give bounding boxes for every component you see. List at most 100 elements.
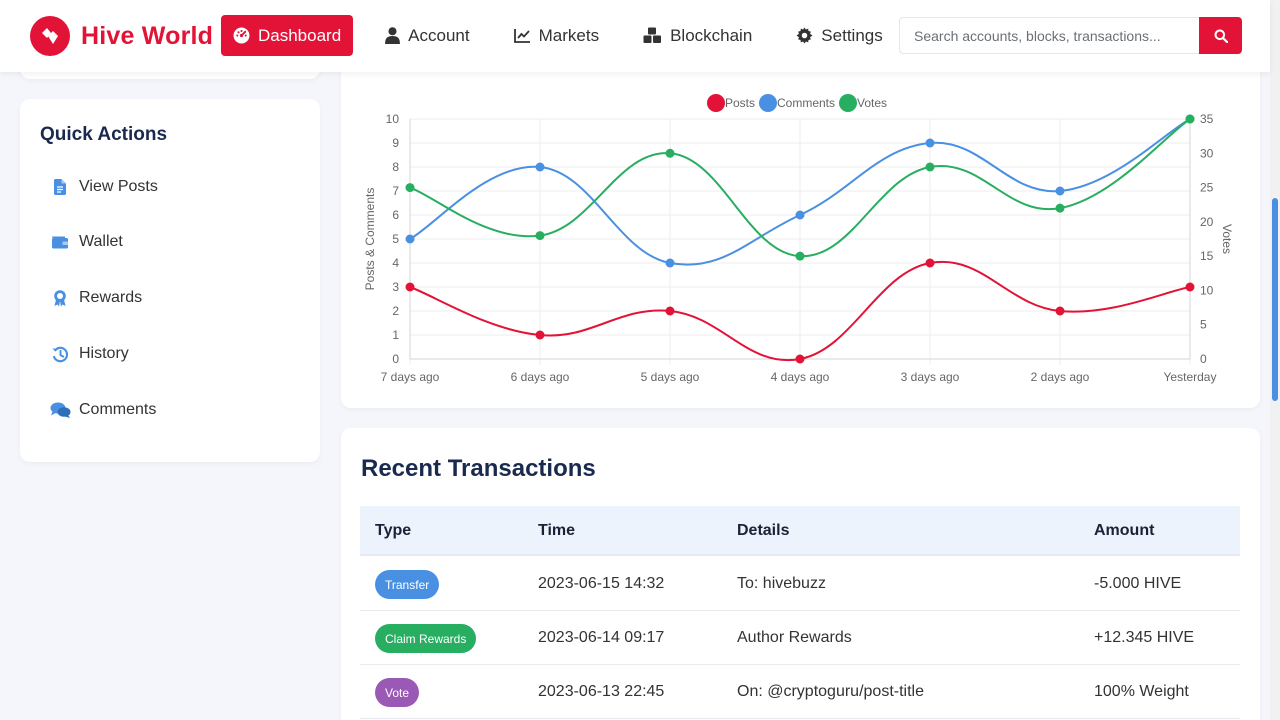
x-tick-label: 6 days ago: [511, 370, 570, 384]
transaction-time: 2023-06-13 22:45: [538, 683, 665, 700]
data-point-votes: [535, 231, 545, 241]
nav-settings-label: Settings: [821, 25, 883, 45]
scrollbar-thumb[interactable]: [1272, 198, 1278, 401]
search-bar: [899, 17, 1242, 54]
quick-actions-card: Quick Actions View Posts Wallet Rewards …: [20, 99, 320, 462]
wallet-icon: [52, 236, 68, 249]
column-header-type: Type: [375, 522, 412, 539]
x-tick-label: Yesterday: [1164, 370, 1217, 384]
data-point-posts: [535, 330, 545, 340]
legend-label-comments: Comments: [777, 96, 835, 110]
y2-tick-label: 10: [1200, 283, 1214, 297]
nav-markets-label: Markets: [538, 25, 600, 45]
data-point-posts: [1055, 306, 1065, 316]
y-tick-label: 3: [392, 280, 399, 294]
y2-tick-label: 30: [1200, 146, 1214, 160]
recent-transactions-card: Recent Transactions Type Time Details Am…: [341, 428, 1260, 720]
history-icon: [52, 346, 68, 362]
quick-action-rewards[interactable]: Rewards: [49, 283, 142, 313]
y2-axis-title: Votes: [1220, 224, 1234, 254]
award-icon: [54, 289, 66, 306]
data-point-votes: [1185, 114, 1195, 124]
transaction-time: 2023-06-14 09:17: [538, 629, 665, 646]
data-point-votes: [1055, 203, 1065, 213]
nav-settings[interactable]: Settings: [784, 15, 894, 56]
y2-tick-label: 35: [1200, 112, 1214, 126]
nav-account[interactable]: Account: [373, 15, 481, 56]
search-button[interactable]: [1199, 17, 1242, 54]
transaction-details: To: hivebuzz: [737, 575, 826, 592]
transaction-amount: 100% Weight: [1094, 683, 1189, 700]
page-scrollbar[interactable]: [1270, 0, 1280, 720]
nav-account-label: Account: [408, 25, 470, 45]
quick-action-comments[interactable]: Comments: [49, 395, 156, 425]
y-tick-label: 10: [386, 112, 400, 126]
activity-chart-card: 0 1 2 3 4 5 6 7 8 9 10 0 5 10 15 20 25 30 35 7 days ago 6 da…: [341, 60, 1260, 408]
data-point-posts: [665, 306, 675, 316]
data-point-comments: [1055, 186, 1065, 196]
quick-action-label: Rewards: [79, 289, 143, 306]
data-point-votes: [405, 183, 415, 193]
hive-logo-icon: [30, 16, 70, 56]
search-input[interactable]: [899, 17, 1199, 54]
column-header-time: Time: [538, 522, 576, 539]
data-point-posts: [795, 354, 805, 364]
chart-line-icon: [513, 29, 530, 43]
nav-blockchain[interactable]: Blockchain: [631, 15, 764, 56]
dashboard-icon: [233, 27, 250, 44]
y-axis-title: Posts & Comments: [363, 188, 377, 291]
quick-action-label: Comments: [79, 401, 157, 418]
quick-action-view-posts[interactable]: View Posts: [49, 172, 158, 202]
y2-tick-label: 5: [1200, 318, 1207, 332]
transaction-details: Author Rewards: [737, 629, 852, 646]
data-point-votes: [795, 251, 805, 261]
legend-marker-posts: [707, 94, 725, 112]
data-point-comments: [925, 138, 935, 148]
legend-marker-votes: [839, 94, 857, 112]
brand-name: Hive World: [81, 21, 214, 50]
table-row[interactable]: Claim Rewards 2023-06-14 09:17 Author Re…: [360, 611, 1240, 665]
column-header-amount: Amount: [1094, 522, 1155, 539]
brand-logo[interactable]: Hive World: [30, 16, 213, 56]
cubes-icon: [643, 27, 662, 43]
nav-dashboard-label: Dashboard: [258, 25, 342, 45]
nav-markets[interactable]: Markets: [502, 15, 611, 56]
quick-action-label: Wallet: [79, 233, 123, 250]
legend-marker-comments: [759, 94, 777, 112]
y-tick-label: 7: [392, 184, 399, 198]
type-badge: Claim Rewards: [375, 624, 477, 653]
search-icon: [1214, 29, 1228, 43]
quick-action-history[interactable]: History: [49, 339, 129, 369]
transaction-time: 2023-06-15 14:32: [538, 575, 665, 592]
quick-action-label: View Posts: [79, 178, 158, 195]
table-row[interactable]: Vote 2023-06-13 22:45 On: @cryptoguru/po…: [360, 665, 1240, 719]
x-tick-label: 4 days ago: [771, 370, 830, 384]
quick-actions-title: Quick Actions: [40, 124, 168, 145]
transaction-amount: -5.000 HIVE: [1094, 575, 1182, 592]
data-point-posts: [1185, 282, 1195, 292]
transaction-details: On: @cryptoguru/post-title: [737, 683, 924, 700]
transaction-amount: +12.345 HIVE: [1094, 629, 1195, 646]
y2-tick-label: 15: [1200, 249, 1214, 263]
x-tick-label: 3 days ago: [901, 370, 960, 384]
table-row[interactable]: Transfer 2023-06-15 14:32 To: hivebuzz -…: [360, 557, 1240, 611]
column-header-details: Details: [737, 522, 790, 539]
nav-dashboard[interactable]: Dashboard: [221, 15, 354, 56]
y-tick-label: 9: [392, 136, 399, 150]
data-point-comments: [405, 234, 415, 244]
quick-action-wallet[interactable]: Wallet: [49, 227, 123, 257]
y-tick-label: 2: [392, 304, 399, 318]
user-icon: [385, 27, 401, 44]
y-tick-label: 1: [392, 328, 399, 342]
main-nav: Dashboard Account Markets Blockchain Set…: [221, 15, 915, 56]
data-point-comments: [665, 258, 675, 268]
y-tick-label: 0: [392, 352, 399, 366]
data-point-votes: [665, 148, 675, 158]
y2-tick-label: 20: [1200, 215, 1214, 229]
activity-chart: 0 1 2 3 4 5 6 7 8 9 10 0 5 10 15 20 25 30 35 7 days ago 6 da…: [363, 94, 1234, 384]
top-header: Hive World Dashboard Account Markets Blo…: [0, 0, 1270, 72]
data-point-comments: [535, 162, 545, 172]
gear-icon: [796, 27, 813, 44]
x-tick-label: 7 days ago: [381, 370, 440, 384]
quick-action-label: History: [79, 345, 129, 362]
